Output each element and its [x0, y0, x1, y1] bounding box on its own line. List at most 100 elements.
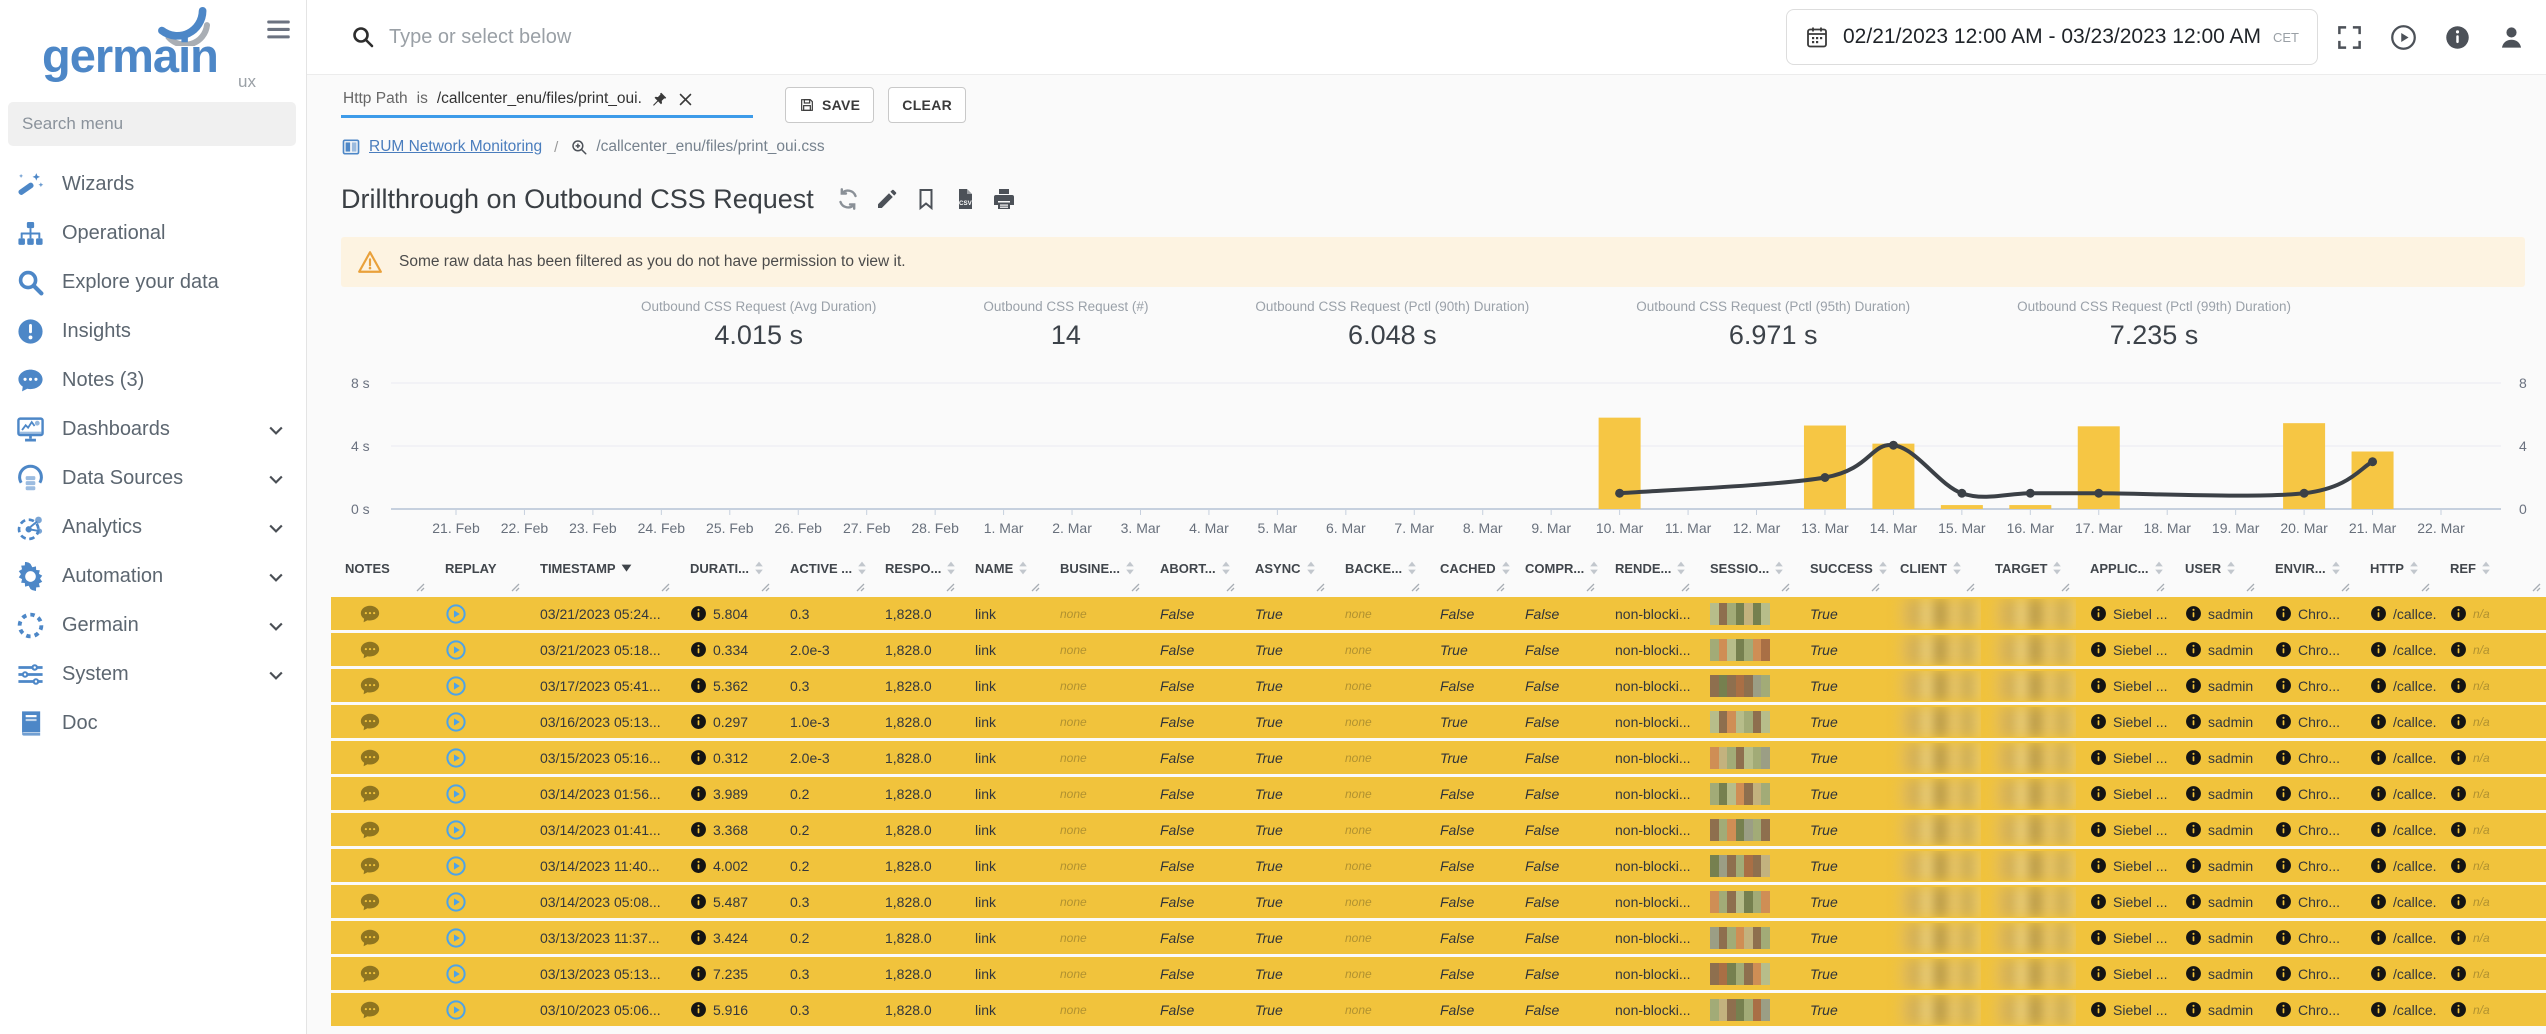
column-filter-replay[interactable]	[431, 581, 526, 597]
info-icon[interactable]	[2450, 605, 2467, 622]
info-icon[interactable]	[2275, 677, 2292, 694]
info-icon[interactable]	[2090, 641, 2107, 658]
table-row[interactable]: 03/15/2023 05:16...0.3122.0e-31,828.0lin…	[331, 741, 2546, 774]
info-icon[interactable]	[2185, 857, 2202, 874]
column-filter-application[interactable]	[2076, 581, 2171, 597]
column-header-backend[interactable]: BACKE...	[1331, 555, 1426, 581]
info-icon[interactable]	[2185, 749, 2202, 766]
table-row[interactable]: 03/10/2023 05:06...5.9160.31,828.0linkno…	[331, 993, 2546, 1026]
column-header-cached[interactable]: CACHED	[1426, 555, 1511, 581]
info-icon[interactable]	[690, 677, 707, 694]
column-filter-user[interactable]	[2171, 581, 2261, 597]
info-icon[interactable]	[2185, 785, 2202, 802]
info-icon[interactable]	[2370, 929, 2387, 946]
info-icon[interactable]	[2090, 785, 2107, 802]
session-activity-strip[interactable]	[1710, 999, 1770, 1021]
table-row[interactable]: 03/14/2023 01:56...3.9890.21,828.0linkno…	[331, 777, 2546, 810]
info-icon[interactable]	[2090, 605, 2107, 622]
info-icon[interactable]	[2450, 713, 2467, 730]
info-icon[interactable]	[2185, 1001, 2202, 1018]
info-icon[interactable]	[2275, 893, 2292, 910]
column-header-render[interactable]: RENDE...	[1601, 555, 1696, 581]
sidebar-search-input[interactable]	[8, 102, 296, 146]
sidebar-item-analytics[interactable]: Analytics	[0, 503, 306, 552]
session-activity-strip[interactable]	[1710, 711, 1770, 733]
user-icon[interactable]	[2498, 24, 2525, 51]
info-icon[interactable]	[2450, 893, 2467, 910]
filter-chip[interactable]: Http Path is /callcenter_enu/files/print…	[341, 87, 753, 118]
fullscreen-icon[interactable]	[2336, 24, 2363, 51]
replay-play-icon[interactable]	[445, 783, 467, 805]
note-comment-icon[interactable]	[359, 927, 381, 949]
save-button[interactable]: SAVE	[785, 87, 874, 123]
breadcrumb-parent-link[interactable]: RUM Network Monitoring	[369, 138, 542, 156]
table-row[interactable]: 03/13/2023 05:13...7.2350.31,828.0linkno…	[331, 957, 2546, 990]
info-icon[interactable]	[690, 929, 707, 946]
info-icon[interactable]	[2450, 677, 2467, 694]
column-header-target[interactable]: TARGET	[1981, 555, 2076, 581]
info-icon[interactable]	[2275, 1001, 2292, 1018]
replay-play-icon[interactable]	[445, 639, 467, 661]
session-activity-strip[interactable]	[1710, 639, 1770, 661]
column-filter-environment[interactable]	[2261, 581, 2356, 597]
sidebar-item-operational[interactable]: Operational	[0, 209, 306, 258]
info-icon[interactable]	[2450, 785, 2467, 802]
info-icon[interactable]	[690, 1001, 707, 1018]
replay-play-icon[interactable]	[445, 747, 467, 769]
play-circle-icon[interactable]	[2390, 24, 2417, 51]
session-activity-strip[interactable]	[1710, 675, 1770, 697]
session-activity-strip[interactable]	[1710, 855, 1770, 877]
table-row[interactable]: 03/21/2023 05:18...0.3342.0e-31,828.0lin…	[331, 633, 2546, 666]
note-comment-icon[interactable]	[359, 603, 381, 625]
column-filter-response[interactable]	[871, 581, 961, 597]
info-icon[interactable]	[690, 893, 707, 910]
info-icon[interactable]	[2275, 965, 2292, 982]
sidebar-item-wizards[interactable]: Wizards	[0, 160, 306, 209]
column-header-timestamp[interactable]: TIMESTAMP	[526, 555, 676, 581]
sidebar-item-system[interactable]: System	[0, 650, 306, 699]
info-icon[interactable]	[2450, 965, 2467, 982]
table-row[interactable]: 03/17/2023 05:41...5.3620.31,828.0linkno…	[331, 669, 2546, 702]
csv-export-icon[interactable]: CSV	[953, 187, 977, 211]
column-filter-success[interactable]	[1796, 581, 1886, 597]
hamburger-menu-icon[interactable]	[265, 16, 292, 43]
info-icon[interactable]	[2370, 677, 2387, 694]
session-activity-strip[interactable]	[1710, 891, 1770, 913]
column-filter-session[interactable]	[1696, 581, 1796, 597]
info-icon[interactable]	[2370, 857, 2387, 874]
info-icon[interactable]	[2370, 605, 2387, 622]
sidebar-item-data-sources[interactable]: Data Sources	[0, 454, 306, 503]
note-comment-icon[interactable]	[359, 999, 381, 1021]
info-icon[interactable]	[2450, 1001, 2467, 1018]
column-header-compressed[interactable]: COMPR...	[1511, 555, 1601, 581]
column-header-name[interactable]: NAME	[961, 555, 1046, 581]
info-icon[interactable]	[2450, 749, 2467, 766]
info-icon[interactable]	[2090, 857, 2107, 874]
column-filter-duration[interactable]	[676, 581, 776, 597]
column-filter-http[interactable]	[2356, 581, 2436, 597]
note-comment-icon[interactable]	[359, 891, 381, 913]
column-header-duration[interactable]: DURATI...	[676, 555, 776, 581]
info-icon[interactable]	[690, 965, 707, 982]
note-comment-icon[interactable]	[359, 819, 381, 841]
info-icon[interactable]	[2185, 821, 2202, 838]
info-icon[interactable]	[2275, 641, 2292, 658]
info-icon[interactable]	[690, 713, 707, 730]
global-search-input[interactable]	[375, 25, 1786, 50]
sidebar-item-insights[interactable]: Insights	[0, 307, 306, 356]
note-comment-icon[interactable]	[359, 783, 381, 805]
replay-play-icon[interactable]	[445, 963, 467, 985]
session-activity-strip[interactable]	[1710, 819, 1770, 841]
info-icon[interactable]	[2370, 713, 2387, 730]
info-icon[interactable]	[2090, 677, 2107, 694]
info-icon[interactable]	[2275, 713, 2292, 730]
info-icon[interactable]	[2370, 1001, 2387, 1018]
info-icon[interactable]	[2090, 821, 2107, 838]
session-activity-strip[interactable]	[1710, 603, 1770, 625]
sidebar-item-germain[interactable]: Germain	[0, 601, 306, 650]
column-header-environment[interactable]: ENVIR...	[2261, 555, 2356, 581]
column-header-async[interactable]: ASYNC	[1241, 555, 1331, 581]
column-filter-backend[interactable]	[1331, 581, 1426, 597]
info-icon[interactable]	[690, 749, 707, 766]
session-activity-strip[interactable]	[1710, 963, 1770, 985]
